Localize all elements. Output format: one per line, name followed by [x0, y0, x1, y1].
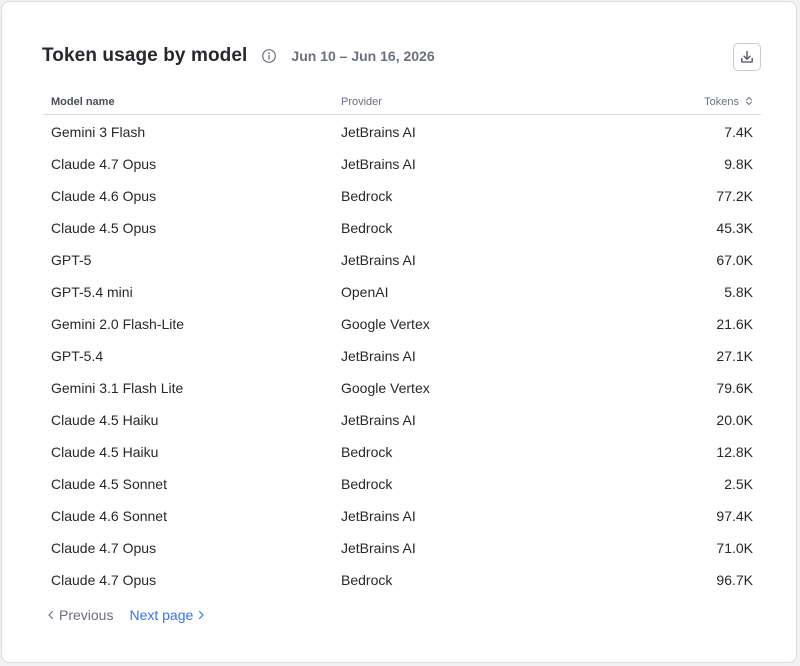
cell-model: GPT-5.4	[51, 348, 104, 364]
cell-provider: Google Vertex	[341, 316, 430, 332]
cell-model: GPT-5	[51, 252, 92, 268]
table-row: Claude 4.6 Sonnet JetBrains AI 97.4K	[43, 499, 761, 531]
cell-tokens: 71.0K	[716, 540, 753, 556]
cell-model: Claude 4.5 Haiku	[51, 444, 159, 460]
cell-model: Claude 4.6 Sonnet	[51, 508, 167, 524]
cell-tokens: 21.6K	[716, 316, 753, 332]
cell-provider: Bedrock	[341, 572, 393, 588]
cell-model: Claude 4.5 Haiku	[51, 412, 159, 428]
table-row: GPT-5.4 mini OpenAI 5.8K	[43, 275, 761, 307]
cell-model: Claude 4.6 Opus	[51, 188, 157, 204]
cell-provider: JetBrains AI	[341, 252, 416, 268]
download-button[interactable]	[733, 43, 761, 71]
cell-tokens: 20.0K	[716, 412, 753, 428]
table-body: Gemini 3 Flash JetBrains AI 7.4K Claude 4.…	[43, 115, 761, 595]
cell-provider: OpenAI	[341, 284, 389, 300]
date-range: Jun 10 – Jun 16, 2026	[291, 48, 435, 64]
table-row: Claude 4.7 Opus JetBrains AI 71.0K	[43, 531, 761, 563]
previous-page-button[interactable]: Previous	[46, 607, 113, 623]
cell-provider: JetBrains AI	[341, 540, 416, 556]
cell-provider: JetBrains AI	[341, 412, 416, 428]
cell-provider: Bedrock	[341, 444, 393, 460]
table-row: GPT-5 JetBrains AI 67.0K	[43, 243, 761, 275]
cell-tokens: 45.3K	[716, 220, 753, 236]
cell-tokens: 12.8K	[716, 444, 753, 460]
cell-tokens: 27.1K	[716, 348, 753, 364]
cell-provider: JetBrains AI	[341, 508, 416, 524]
cell-tokens: 7.4K	[724, 124, 753, 140]
cell-provider: Bedrock	[341, 188, 393, 204]
cell-provider: Google Vertex	[341, 380, 430, 396]
download-icon	[741, 50, 753, 63]
table-row: Gemini 3 Flash JetBrains AI 7.4K	[43, 115, 761, 147]
card-title: Token usage by model	[42, 45, 248, 66]
cell-tokens: 96.7K	[716, 572, 753, 588]
cell-provider: Bedrock	[341, 220, 393, 236]
cell-tokens: 97.4K	[716, 508, 753, 524]
cell-model: Claude 4.7 Opus	[51, 540, 157, 556]
table-row: Gemini 3.1 Flash Lite Google Vertex 79.6K	[43, 371, 761, 403]
cell-model: GPT-5.4 mini	[51, 284, 133, 300]
cell-model: Gemini 2.0 Flash-Lite	[51, 316, 185, 332]
cell-provider: JetBrains AI	[341, 348, 416, 364]
cell-model: Claude 4.5 Opus	[51, 220, 157, 236]
cell-provider: Bedrock	[341, 476, 393, 492]
next-page-button[interactable]: Next page	[129, 607, 206, 623]
cell-model: Claude 4.7 Opus	[51, 156, 157, 172]
column-header-tokens[interactable]: Tokens	[704, 96, 753, 108]
cell-tokens: 9.8K	[724, 156, 753, 172]
previous-page-label: Previous	[59, 607, 114, 623]
table-row: Claude 4.7 Opus JetBrains AI 9.8K	[43, 147, 761, 179]
table-row: GPT-5.4 JetBrains AI 27.1K	[43, 339, 761, 371]
table-row: Claude 4.5 Opus Bedrock 45.3K	[43, 211, 761, 243]
sort-icon[interactable]	[745, 96, 753, 106]
table-row: Claude 4.5 Haiku JetBrains AI 20.0K	[43, 403, 761, 435]
info-icon[interactable]	[261, 48, 277, 64]
cell-provider: JetBrains AI	[341, 124, 416, 140]
pagination: Previous Next page	[46, 607, 206, 623]
table-header: Model name Provider Tokens	[43, 92, 761, 115]
cell-tokens: 67.0K	[716, 252, 753, 268]
cell-tokens: 77.2K	[716, 188, 753, 204]
column-header-tokens-label: Tokens	[704, 96, 739, 108]
cell-tokens: 79.6K	[716, 380, 753, 396]
cell-provider: JetBrains AI	[341, 156, 416, 172]
token-usage-table: Model name Provider Tokens Gemini 3 Flas…	[43, 92, 761, 595]
next-page-label: Next page	[129, 607, 194, 623]
card-header: Token usage by model Jun 10 – Jun 16, 20…	[42, 41, 435, 71]
chevron-right-icon	[199, 610, 204, 620]
cell-tokens: 2.5K	[724, 476, 753, 492]
cell-model: Gemini 3 Flash	[51, 124, 146, 140]
cell-model: Claude 4.7 Opus	[51, 572, 157, 588]
token-usage-card: Token usage by model Jun 10 – Jun 16, 20…	[1, 1, 797, 663]
table-row: Claude 4.7 Opus Bedrock 96.7K	[43, 563, 761, 595]
table-row: Claude 4.6 Opus Bedrock 77.2K	[43, 179, 761, 211]
column-header-model[interactable]: Model name	[51, 96, 115, 108]
cell-tokens: 5.8K	[724, 284, 753, 300]
table-row: Gemini 2.0 Flash-Lite Google Vertex 21.6K	[43, 307, 761, 339]
chevron-left-icon	[48, 610, 54, 620]
table-row: Claude 4.5 Haiku Bedrock 12.8K	[43, 435, 761, 467]
column-header-provider[interactable]: Provider	[341, 96, 382, 108]
cell-model: Gemini 3.1 Flash Lite	[51, 380, 184, 396]
cell-model: Claude 4.5 Sonnet	[51, 476, 167, 492]
table-row: Claude 4.5 Sonnet Bedrock 2.5K	[43, 467, 761, 499]
